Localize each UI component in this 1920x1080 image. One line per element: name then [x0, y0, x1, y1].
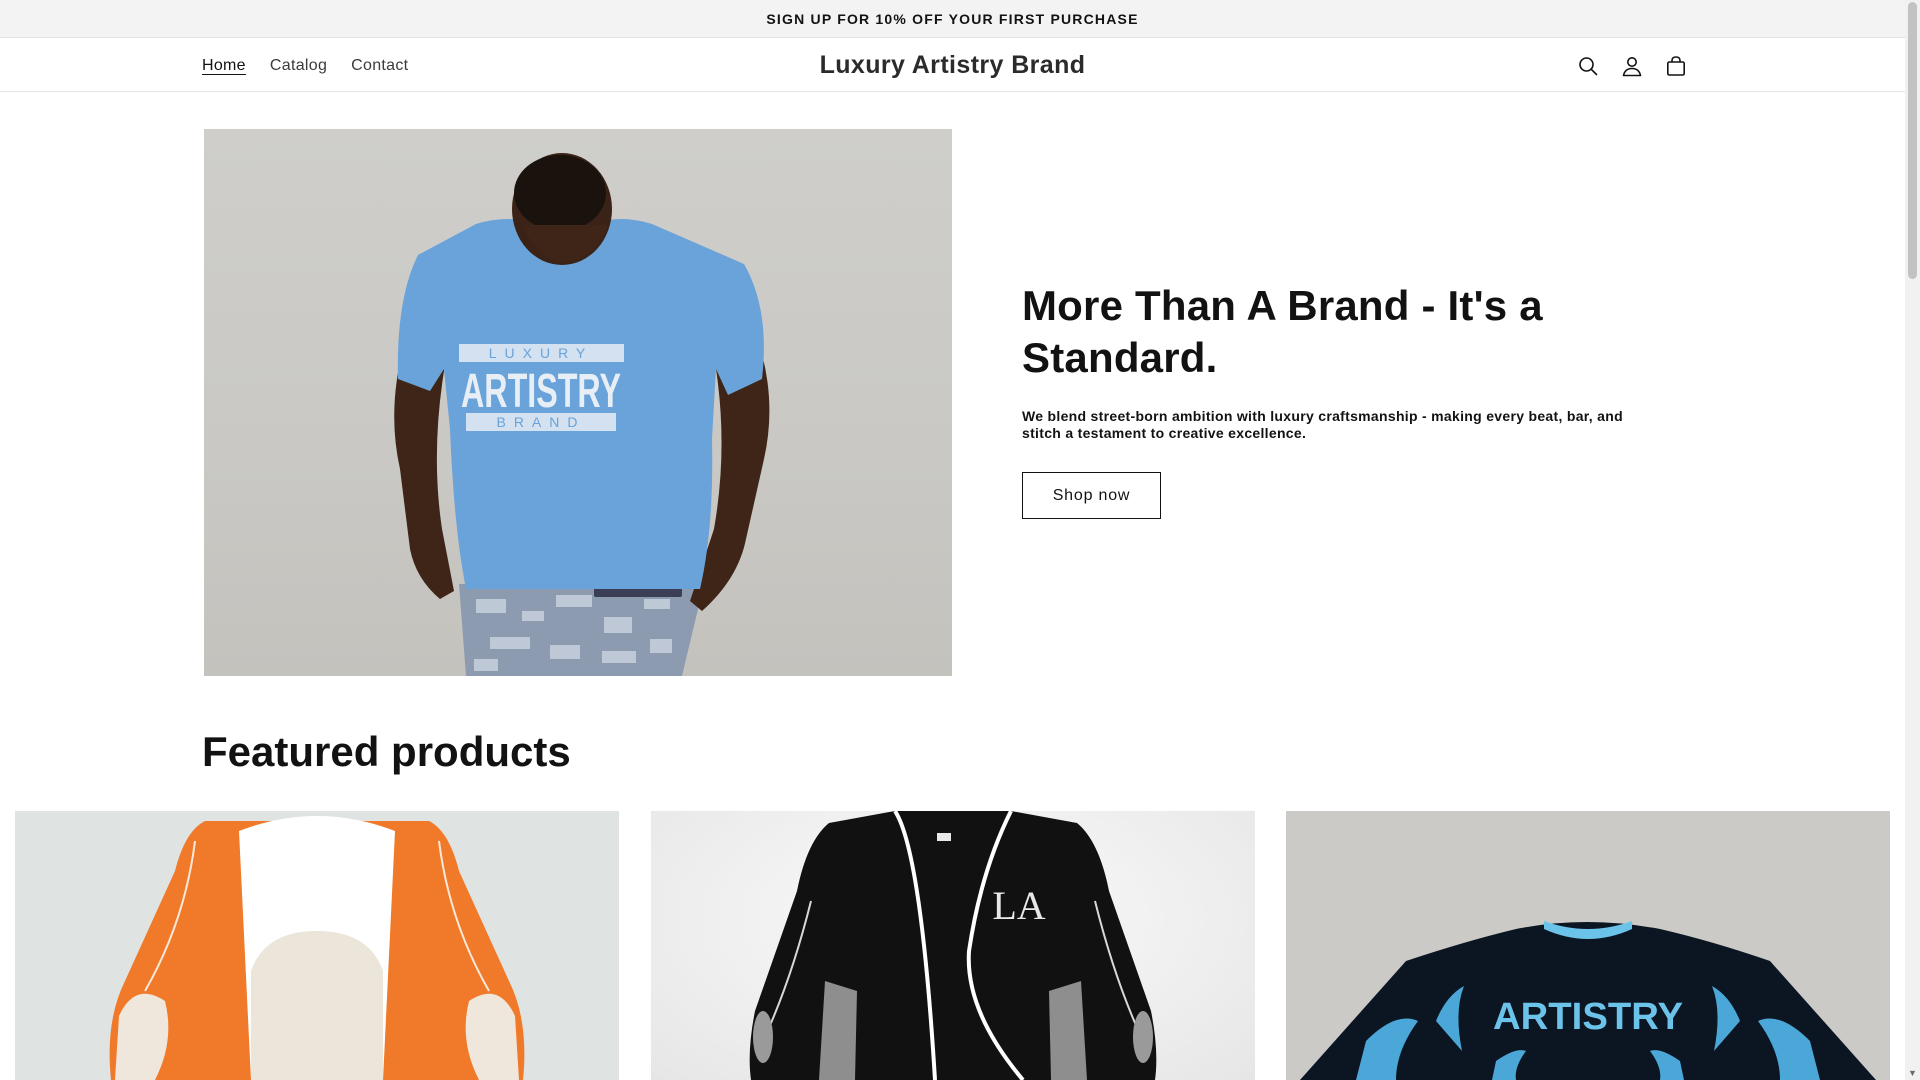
account-icon[interactable] — [1620, 54, 1644, 78]
nav-catalog-link[interactable]: Catalog — [270, 57, 327, 75]
shirt-print-top: LUXURY — [489, 345, 594, 361]
hero-title: More Than A Brand - It's a Standard. — [1022, 282, 1543, 381]
site-header: Home Catalog Contact Luxury Artistry Bra… — [0, 39, 1905, 92]
announcement-bar[interactable]: SIGN UP FOR 10% OFF YOUR FIRST PURCHASE — [0, 0, 1905, 38]
announcement-text: SIGN UP FOR 10% OFF YOUR FIRST PURCHASE — [766, 10, 1139, 27]
page-scrollbar[interactable]: ▼ — [1905, 0, 1920, 1080]
shop-now-button[interactable]: Shop now — [1022, 472, 1161, 519]
main-nav: Home Catalog Contact — [202, 39, 408, 92]
hero-image: LUXURY ARTISTRY BRAND — [204, 129, 952, 676]
featured-products-grid: LA LA ARTISTRY — [15, 811, 1891, 1080]
featured-products-title: Featured products — [202, 728, 571, 775]
shirt-print-bottom: BRAND — [496, 414, 585, 430]
nav-home-link[interactable]: Home — [202, 57, 246, 75]
search-icon[interactable] — [1576, 54, 1600, 78]
site-logo[interactable]: Luxury Artistry Brand — [820, 51, 1086, 80]
hero-text: More Than A Brand - It's a Standard. We … — [1022, 280, 1662, 519]
scroll-down-arrow-icon[interactable]: ▼ — [1908, 1068, 1917, 1078]
header-icons — [1576, 39, 1688, 92]
product-image-artistry-sweater: ARTISTRY — [1300, 921, 1876, 1080]
jacket-logo-print: LA — [333, 883, 390, 929]
product-image-black-jacket: LA — [749, 811, 1157, 1080]
product-card-orange-jacket[interactable]: LA — [15, 811, 619, 1080]
cart-icon[interactable] — [1664, 54, 1688, 78]
nav-contact-link[interactable]: Contact — [351, 57, 408, 75]
jacket-logo-print: LA — [992, 883, 1045, 928]
hero-subtitle: We blend street-born ambition with luxur… — [1022, 408, 1623, 441]
product-image-orange-jacket: LA — [109, 816, 525, 1080]
scrollbar-thumb[interactable] — [1908, 2, 1917, 279]
shirt-print-middle: ARTISTRY — [461, 365, 621, 418]
product-card-black-jacket[interactable]: LA — [651, 811, 1255, 1080]
product-card-artistry-sweater[interactable]: ARTISTRY — [1286, 811, 1890, 1080]
sweater-print: ARTISTRY — [1493, 996, 1683, 1038]
